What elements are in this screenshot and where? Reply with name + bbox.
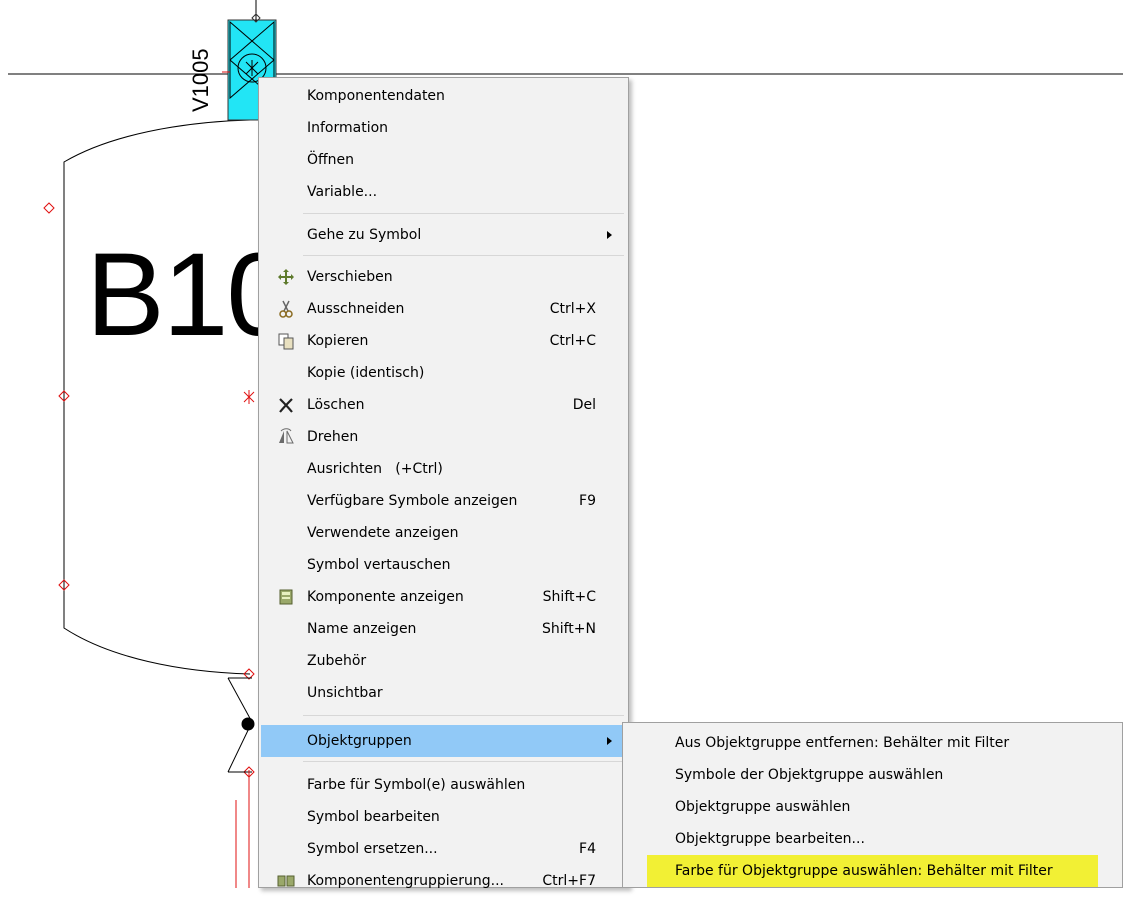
menu-item-label: Löschen [307, 397, 365, 413]
submenu-item-objektgruppe-auswaehlen[interactable]: Objektgruppe auswählen [647, 791, 1098, 823]
menu-item-variable[interactable]: Variable... [261, 176, 626, 208]
submenu-item-label: Objektgruppe bearbeiten... [675, 831, 865, 847]
bottom-valve-symbol[interactable] [227, 677, 255, 773]
menu-item-label: Zubehör [307, 653, 367, 669]
menu-item-ausrichten[interactable]: Ausrichten (+Ctrl) [261, 453, 626, 485]
menu-item-shortcut: Del [572, 397, 596, 413]
menu-item-farbe-fuer-symbol[interactable]: Farbe für Symbol(e) auswählen [261, 769, 626, 801]
menu-item-gehe-zu-symbol[interactable]: Gehe zu Symbol [261, 219, 626, 251]
connection-points [43, 108, 255, 778]
menu-item-label: Komponentengruppierung... [307, 873, 505, 889]
menu-item-label: Information [307, 120, 389, 136]
menu-item-label: Verfügbare Symbole anzeigen [307, 493, 518, 509]
submenu-item-label: Farbe für Objektgruppe auswählen: Behält… [675, 863, 1053, 879]
menu-item-label: Ausschneiden [307, 301, 405, 317]
menu-item-ausschneiden[interactable]: Ausschneiden Ctrl+X [261, 293, 626, 325]
menu-item-label: Komponente anzeigen [307, 589, 464, 605]
submenu-item-farbe-fuer-objektgruppe[interactable]: Farbe für Objektgruppe auswählen: Behält… [647, 855, 1098, 887]
menu-separator [303, 715, 624, 716]
submenu-item-objektgruppe-bearbeiten[interactable]: Objektgruppe bearbeiten... [647, 823, 1098, 855]
menu-item-objektgruppen[interactable]: Objektgruppen [261, 725, 626, 757]
submenu-arrow-icon [607, 231, 612, 239]
connection-asterisk [243, 390, 255, 404]
menu-item-label: Gehe zu Symbol [307, 227, 422, 243]
menu-item-label: Symbol ersetzen... [307, 841, 438, 857]
delete-x-icon [279, 398, 293, 413]
menu-separator [303, 761, 624, 762]
menu-item-label: Verschieben [307, 269, 393, 285]
menu-item-label: Kopieren [307, 333, 369, 349]
menu-item-unsichtbar[interactable]: Unsichtbar [261, 677, 626, 709]
menu-separator [303, 255, 624, 256]
submenu-arrow-icon [607, 737, 612, 745]
scissors-icon [279, 300, 293, 318]
menu-item-oeffnen[interactable]: Öffnen [261, 144, 626, 176]
menu-item-shortcut: Shift+C [542, 589, 596, 605]
menu-item-label: Öffnen [307, 152, 355, 168]
menu-item-label: Verwendete anzeigen [307, 525, 459, 541]
menu-item-verwendete-anzeigen[interactable]: Verwendete anzeigen [261, 517, 626, 549]
menu-item-verschieben[interactable]: Verschieben [261, 261, 626, 293]
menu-item-shortcut: Ctrl+X [549, 301, 596, 317]
menu-item-komponentendaten[interactable]: Komponentendaten [261, 80, 626, 112]
menu-item-symbol-ersetzen[interactable]: Symbol ersetzen... F4 [261, 833, 626, 865]
menu-item-symbol-vertauschen[interactable]: Symbol vertauschen [261, 549, 626, 581]
menu-item-label: Name anzeigen [307, 621, 417, 637]
objektgruppen-submenu: Aus Objektgruppe entfernen: Behälter mit… [622, 722, 1123, 888]
menu-item-shortcut: F9 [579, 493, 596, 509]
menu-item-shortcut: F4 [579, 841, 596, 857]
submenu-item-symbole-auswaehlen[interactable]: Symbole der Objektgruppe auswählen [647, 759, 1098, 791]
menu-item-kopie-identisch[interactable]: Kopie (identisch) [261, 357, 626, 389]
rotate-icon [279, 428, 294, 444]
menu-item-shortcut: Ctrl+C [549, 333, 596, 349]
menu-item-label: Symbol vertauschen [307, 557, 451, 573]
submenu-item-label: Symbole der Objektgruppe auswählen [675, 767, 944, 783]
menu-item-name-anzeigen[interactable]: Name anzeigen Shift+N [261, 613, 626, 645]
menu-item-drehen[interactable]: Drehen [261, 421, 626, 453]
move-icon [278, 269, 294, 285]
menu-item-zubehoer[interactable]: Zubehör [261, 645, 626, 677]
menu-item-label: Drehen [307, 429, 359, 445]
menu-item-label: Unsichtbar [307, 685, 383, 701]
menu-item-komponente-anzeigen[interactable]: Komponente anzeigen Shift+C [261, 581, 626, 613]
menu-item-symbol-bearbeiten[interactable]: Symbol bearbeiten [261, 801, 626, 833]
submenu-item-label: Objektgruppe auswählen [675, 799, 851, 815]
menu-item-label: Variable... [307, 184, 378, 200]
menu-item-shortcut: Shift+N [541, 621, 596, 637]
menu-item-label: Komponentendaten [307, 88, 445, 104]
menu-item-label: Kopie (identisch) [307, 365, 425, 381]
copy-icon [278, 333, 294, 350]
menu-item-loeschen[interactable]: Löschen Del [261, 389, 626, 421]
valve-tag-label: V1005 [188, 48, 213, 112]
menu-item-label: Symbol bearbeiten [307, 809, 440, 825]
menu-item-information[interactable]: Information [261, 112, 626, 144]
grouping-icon [277, 875, 295, 887]
menu-separator [303, 213, 624, 214]
vessel-outline[interactable] [63, 119, 251, 675]
submenu-item-label: Aus Objektgruppe entfernen: Behälter mit… [675, 735, 1010, 751]
menu-item-label: Farbe für Symbol(e) auswählen [307, 777, 526, 793]
menu-item-shortcut: Ctrl+F7 [542, 873, 596, 889]
menu-item-label: Objektgruppen [307, 733, 412, 749]
menu-item-label: Ausrichten (+Ctrl) [307, 461, 443, 477]
component-icon [279, 589, 293, 605]
menu-item-verfuegbare-symbole[interactable]: Verfügbare Symbole anzeigen F9 [261, 485, 626, 517]
menu-item-komponentengruppierung[interactable]: Komponentengruppierung... Ctrl+F7 [261, 865, 626, 897]
menu-item-kopieren[interactable]: Kopieren Ctrl+C [261, 325, 626, 357]
context-menu: Komponentendaten Information Öffnen Vari… [258, 77, 629, 889]
submenu-item-aus-objektgruppe-entfernen[interactable]: Aus Objektgruppe entfernen: Behälter mit… [647, 727, 1098, 759]
